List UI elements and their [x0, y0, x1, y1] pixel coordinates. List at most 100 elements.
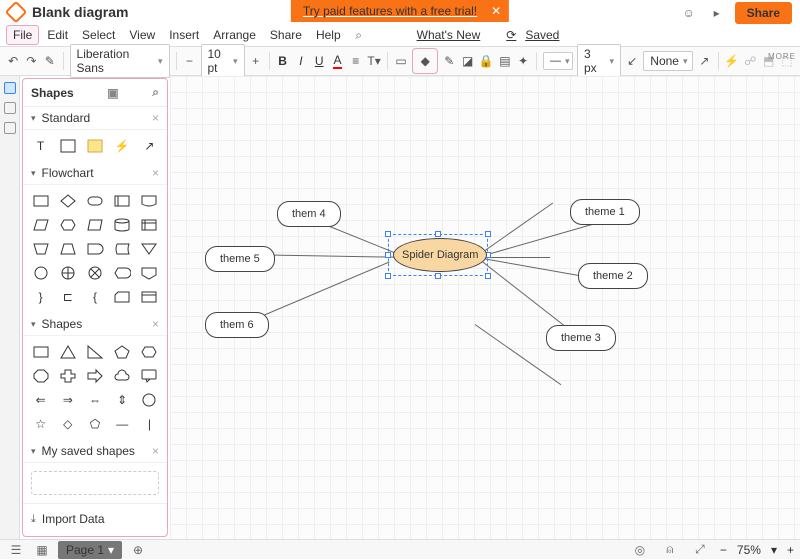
grid-view-icon[interactable]: ▦ — [32, 540, 52, 560]
sh-arrl[interactable]: ⇐ — [29, 390, 52, 410]
fontsize-dec[interactable]: − — [182, 50, 196, 72]
fc-predef[interactable] — [111, 191, 134, 211]
help-icon[interactable]: ◎ — [630, 540, 650, 560]
list-view-icon[interactable]: ☰ — [6, 540, 26, 560]
fc-hex[interactable] — [56, 215, 79, 235]
zoom-level[interactable]: 75% — [737, 543, 761, 557]
section-flowchart[interactable]: Flowchart× — [23, 162, 167, 185]
fc-card[interactable] — [111, 287, 134, 307]
whats-new-link[interactable]: What's New — [411, 26, 487, 44]
section-standard[interactable]: Standard× — [23, 107, 167, 130]
edge[interactable] — [477, 221, 602, 258]
search-icon[interactable]: ⌕ — [349, 25, 369, 45]
feedback-icon[interactable]: ☺ — [679, 3, 699, 23]
menu-select[interactable]: Select — [76, 26, 121, 44]
fc-cyl[interactable] — [111, 215, 134, 235]
sh-line1[interactable]: — — [111, 414, 134, 434]
shadow-icon[interactable]: ◪ — [460, 50, 474, 72]
fc-delay[interactable] — [83, 239, 106, 259]
fc-doc[interactable] — [138, 191, 161, 211]
fc-or[interactable] — [56, 263, 79, 283]
zoom-in-icon[interactable]: + — [787, 543, 794, 557]
menu-arrange[interactable]: Arrange — [207, 26, 262, 44]
line-end-select[interactable]: None — [643, 51, 693, 71]
fc-stored[interactable] — [111, 239, 134, 259]
sh-arrlr[interactable]: ⇔ — [83, 390, 106, 410]
share-button[interactable]: Share — [735, 2, 792, 24]
more-label[interactable]: MORE — [768, 52, 796, 61]
hotspot-shape[interactable]: ⚡ — [111, 136, 134, 156]
arrow-right-icon[interactable]: ↗ — [697, 50, 711, 72]
sh-tri[interactable] — [56, 342, 79, 362]
fc-display[interactable] — [111, 263, 134, 283]
sh-poly[interactable]: ⬠ — [83, 414, 106, 434]
menu-insert[interactable]: Insert — [163, 26, 205, 44]
line-style-select[interactable]: — — [543, 52, 573, 70]
text-options-icon[interactable]: T▾ — [367, 50, 381, 72]
node-theme3[interactable]: theme 3 — [546, 325, 616, 351]
fc-terminator[interactable] — [83, 191, 106, 211]
undo-icon[interactable]: ↶ — [6, 50, 20, 72]
present-icon[interactable]: ▸ — [707, 3, 727, 23]
node-theme4[interactable]: them 4 — [277, 201, 341, 227]
rail-shapes-icon[interactable] — [4, 82, 16, 94]
arrow-left-icon[interactable]: ↙ — [625, 50, 639, 72]
fc-merge[interactable] — [138, 239, 161, 259]
text-shape[interactable]: T — [29, 136, 52, 156]
doc-title[interactable]: Blank diagram — [32, 4, 128, 20]
fc-diamond[interactable] — [56, 191, 79, 211]
menu-share[interactable]: Share — [264, 26, 308, 44]
sh-arrud[interactable]: ⇕ — [111, 390, 134, 410]
fc-connect[interactable] — [29, 263, 52, 283]
close-icon[interactable]: × — [152, 444, 159, 458]
fc-manual[interactable] — [29, 239, 52, 259]
menu-file[interactable]: File — [6, 25, 39, 45]
menu-help[interactable]: Help — [310, 26, 347, 44]
sh-star[interactable]: ☆ — [29, 414, 52, 434]
menu-view[interactable]: View — [123, 26, 161, 44]
underline-icon[interactable]: U — [312, 50, 326, 72]
paint-format-icon[interactable]: ✎ — [43, 50, 57, 72]
line-shape[interactable]: ↗ — [138, 136, 161, 156]
rail-2-icon[interactable] — [4, 102, 16, 114]
stroke-width-select[interactable]: 3 px — [577, 44, 621, 78]
fc-db[interactable] — [138, 287, 161, 307]
shape-style-icon[interactable]: ▭ — [394, 50, 408, 72]
fc-brace2[interactable]: { — [83, 287, 106, 307]
border-color-icon[interactable]: ✎ — [442, 50, 456, 72]
lock-icon[interactable]: 🔒 — [479, 50, 494, 72]
fc-brace1[interactable]: } — [29, 287, 52, 307]
text-color-icon[interactable]: A — [330, 50, 344, 72]
bold-icon[interactable]: B — [275, 50, 289, 72]
promo-banner[interactable]: Try paid features with a free trial! ✕ — [291, 0, 509, 22]
saved-status[interactable]: ⟳ Saved — [500, 24, 571, 46]
layer-icon[interactable]: ▤ — [498, 50, 512, 72]
node-theme6[interactable]: them 6 — [205, 312, 269, 338]
font-select[interactable]: Liberation Sans — [70, 44, 170, 78]
fill-color-button[interactable]: ◆ — [412, 48, 438, 74]
sh-hex[interactable] — [138, 342, 161, 362]
zoom-out-icon[interactable]: − — [720, 543, 727, 557]
image-icon[interactable]: ▣ — [107, 86, 118, 100]
zoom-dropdown-icon[interactable]: ▾ — [771, 543, 777, 557]
page-tab[interactable]: Page 1 ▾ — [58, 541, 122, 559]
close-icon[interactable]: × — [152, 111, 159, 125]
sh-rtri[interactable] — [83, 342, 106, 362]
node-theme5[interactable]: theme 5 — [205, 246, 275, 272]
sh-pent[interactable] — [111, 342, 134, 362]
promo-close-icon[interactable]: ✕ — [491, 4, 501, 18]
panel-search-icon[interactable]: ⌕ — [152, 85, 159, 100]
sh-circ[interactable] — [138, 390, 161, 410]
rail-3-icon[interactable] — [4, 122, 16, 134]
fc-offpage[interactable] — [138, 263, 161, 283]
fc-trap[interactable] — [56, 239, 79, 259]
node-theme2[interactable]: theme 2 — [578, 263, 648, 289]
import-data-button[interactable]: ⤓ Import Data — [23, 503, 167, 534]
sh-call[interactable] — [138, 366, 161, 386]
fc-para[interactable] — [83, 215, 106, 235]
fc-rect[interactable] — [29, 191, 52, 211]
node-theme1[interactable]: theme 1 — [570, 199, 640, 225]
fc-note[interactable]: ⊏ — [56, 287, 79, 307]
add-page-icon[interactable]: ⊕ — [128, 540, 148, 560]
flash-icon[interactable]: ⚡ — [724, 50, 739, 72]
